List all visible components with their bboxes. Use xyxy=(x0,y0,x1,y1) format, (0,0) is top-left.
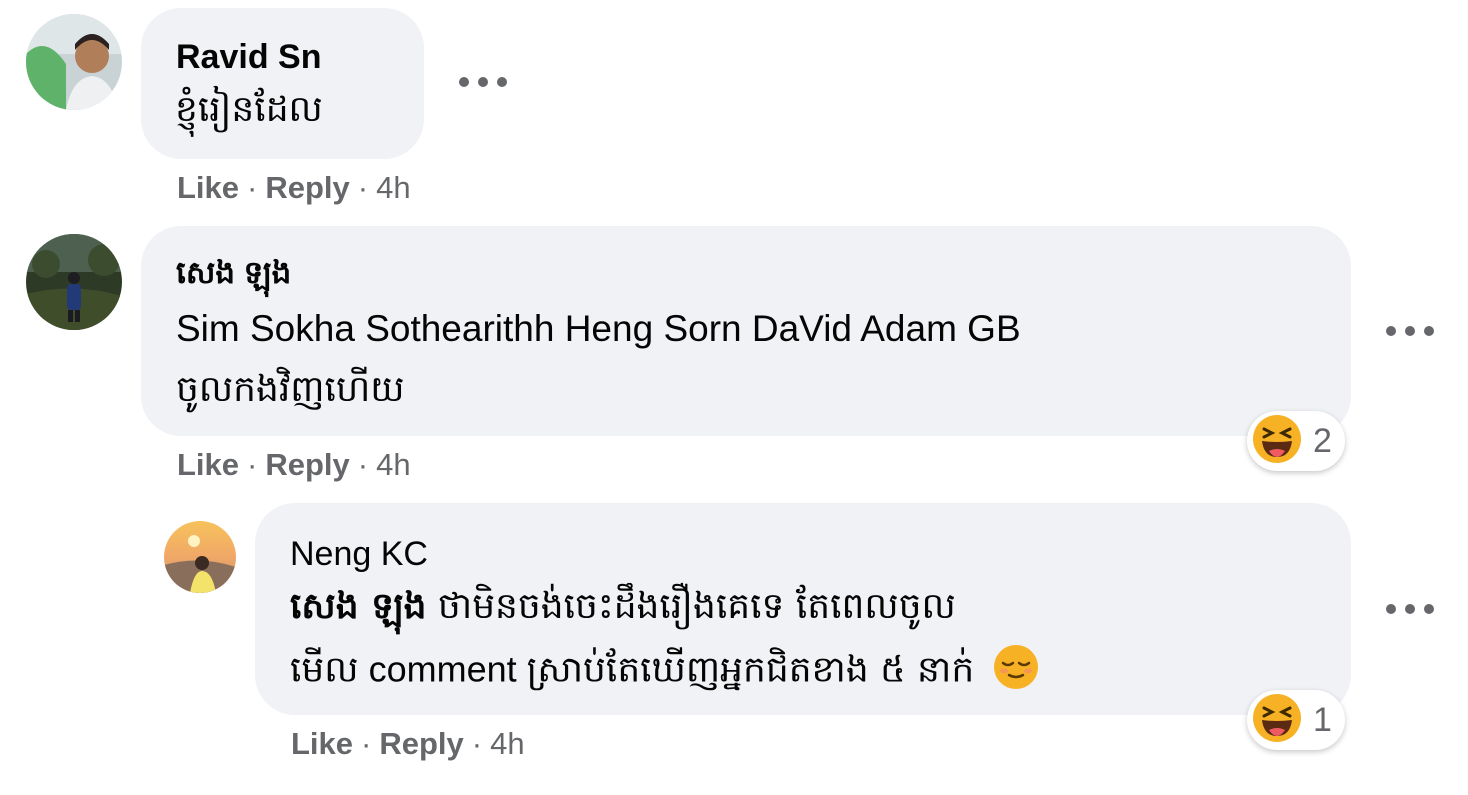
more-options-button[interactable] xyxy=(1386,597,1434,621)
reply-button[interactable]: Reply xyxy=(379,726,463,762)
reaction-badge[interactable]: 2 xyxy=(1247,411,1345,471)
comment-text: comment xyxy=(358,648,527,690)
haha-emoji-icon xyxy=(1251,692,1303,748)
more-dot-icon xyxy=(1386,604,1396,614)
timestamp[interactable]: 4h xyxy=(376,170,410,206)
comment-text-line: Sim Sokha Sothearithh Heng Sorn DaVid Ad… xyxy=(176,308,1021,349)
comment-author[interactable]: Ravid Sn xyxy=(176,38,321,77)
more-dot-icon xyxy=(497,77,507,87)
separator: · xyxy=(357,447,369,482)
more-dot-icon xyxy=(1424,604,1434,614)
avatar[interactable] xyxy=(26,234,122,330)
separator: · xyxy=(471,726,483,761)
separator: · xyxy=(361,726,372,761)
comment-text-line: សេង ឡុង ថាមិនចង់ចេះដឹងរឿងគេទេ តែពេលចូល xyxy=(290,583,956,636)
timestamp[interactable]: 4h xyxy=(376,447,410,483)
comment-text-line: មើល comment ស្រាប់តែឃើញអ្នកជិតខាង ៥ នាក់ xyxy=(290,643,1040,700)
comment-text: ស្រាប់តែឃើញអ្នកជិតខាង ៥ នាក់ xyxy=(526,649,975,691)
avatar[interactable] xyxy=(164,521,236,593)
more-dot-icon xyxy=(459,77,469,87)
separator: · xyxy=(357,170,369,205)
more-options-button[interactable] xyxy=(459,70,507,94)
comment-text: ថាមិនចង់ចេះដឹងរឿងគេទេ តែពេលចូល xyxy=(426,586,956,627)
more-options-button[interactable] xyxy=(1386,319,1434,343)
avatar[interactable] xyxy=(26,14,122,110)
comment-bubble: Neng KC សេង ឡុង ថាមិនចង់ចេះដឹងរឿងគេទេ តែ… xyxy=(255,503,1351,715)
like-button[interactable]: Like xyxy=(177,170,239,206)
more-dot-icon xyxy=(1386,326,1396,336)
haha-emoji-icon xyxy=(1251,413,1303,469)
comment-text: មើល xyxy=(290,649,359,691)
separator: · xyxy=(247,447,258,482)
comment-bubble: សេង ឡុង Sim Sokha Sothearithh Heng Sorn … xyxy=(141,226,1351,436)
reaction-count: 2 xyxy=(1313,421,1332,460)
comment-author[interactable]: សេង ឡុង xyxy=(176,254,291,299)
more-dot-icon xyxy=(1405,326,1415,336)
reaction-badge[interactable]: 1 xyxy=(1247,690,1345,750)
comment-text-line: ចូលកងវិញហើយ xyxy=(176,369,405,410)
reply-button[interactable]: Reply xyxy=(265,447,349,483)
more-dot-icon xyxy=(1424,326,1434,336)
like-button[interactable]: Like xyxy=(291,726,353,762)
more-dot-icon xyxy=(1405,604,1415,614)
comment-actions: Like · Reply · 4h xyxy=(291,726,525,762)
comment-bubble: Ravid Sn ខ្ញុំរៀនដែល xyxy=(141,8,424,159)
reply-button[interactable]: Reply xyxy=(265,170,349,206)
comment-actions: Like · Reply · 4h xyxy=(177,170,411,206)
timestamp[interactable]: 4h xyxy=(490,726,524,762)
reaction-count: 1 xyxy=(1313,700,1332,739)
comment-actions: Like · Reply · 4h xyxy=(177,447,411,483)
comment-author[interactable]: Neng KC xyxy=(290,535,428,574)
more-dot-icon xyxy=(478,77,488,87)
mention-link[interactable]: សេង ឡុង xyxy=(290,586,426,627)
comment-text: ខ្ញុំរៀនដែល xyxy=(175,89,323,130)
relieved-emoji-icon xyxy=(992,643,1040,700)
separator: · xyxy=(247,170,258,205)
like-button[interactable]: Like xyxy=(177,447,239,483)
